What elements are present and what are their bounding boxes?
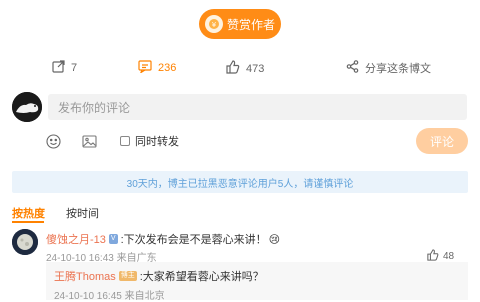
reward-author-button[interactable]: ¥ 赞赏作者 [199,9,281,39]
comment-count: 236 [158,62,177,74]
emoji-icon[interactable] [46,134,62,150]
also-repost-label: 同时转发 [135,136,179,148]
like-action[interactable]: 473 [226,60,264,77]
commenter-username[interactable]: 傻蚀之月-13 [46,231,106,247]
submit-comment-label: 评论 [429,134,454,149]
like-count: 473 [246,62,265,75]
tab-by-popularity[interactable]: 按热度 [12,205,45,221]
active-tab-indicator [12,221,44,223]
comment-body: 傻蚀之月-13 V :下次发布会是不是蓉心来讲！ 😢 [46,231,280,247]
thumbs-up-icon [226,60,240,77]
moderation-notice-text: 30天内，博主已拉黑恶意评论用户5人，请谨慎评论 [126,178,354,190]
moderation-notice: 30天内，博主已拉黑恶意评论用户5人，请谨慎评论 [12,171,468,193]
share-action[interactable]: 分享这条博文 [346,60,431,76]
tab-by-time[interactable]: 按时间 [66,205,99,221]
checkbox-box[interactable] [120,136,130,146]
repost-icon [52,60,65,76]
comment-input[interactable]: 发布你的评论 [48,94,467,120]
comment-input-placeholder: 发布你的评论 [58,100,131,115]
current-user-avatar [12,92,42,122]
share-label: 分享这条博文 [365,63,431,75]
also-repost-checkbox[interactable]: 同时转发 [120,133,179,149]
comment-icon [138,60,152,76]
svg-text:¥: ¥ [212,21,217,29]
comment-text: :下次发布会是不是蓉心来讲！ [120,234,267,246]
crying-emoji-icon: 😢 [268,233,281,246]
share-icon [346,60,359,76]
repost-count: 7 [71,62,78,74]
submit-comment-button[interactable]: 评论 [416,128,468,154]
commenter-avatar[interactable] [12,229,38,255]
verified-badge: V [108,234,118,244]
reply-username[interactable]: 王腾Thomas [54,268,116,284]
comment-action[interactable]: 236 [138,60,176,76]
image-icon[interactable] [82,134,98,150]
reply-body: 王腾Thomas 博主 :大家希望看蓉心来讲吗？ [54,268,264,284]
comment-like-count: 48 [443,251,455,262]
repost-action[interactable]: 7 [52,60,77,76]
reward-author-label: 赞赏作者 [226,17,275,32]
reward-coin-icon: ¥ [204,15,223,33]
reply-text: :大家希望看蓉心来讲吗？ [139,271,264,283]
author-badge: 博主 [118,271,137,281]
